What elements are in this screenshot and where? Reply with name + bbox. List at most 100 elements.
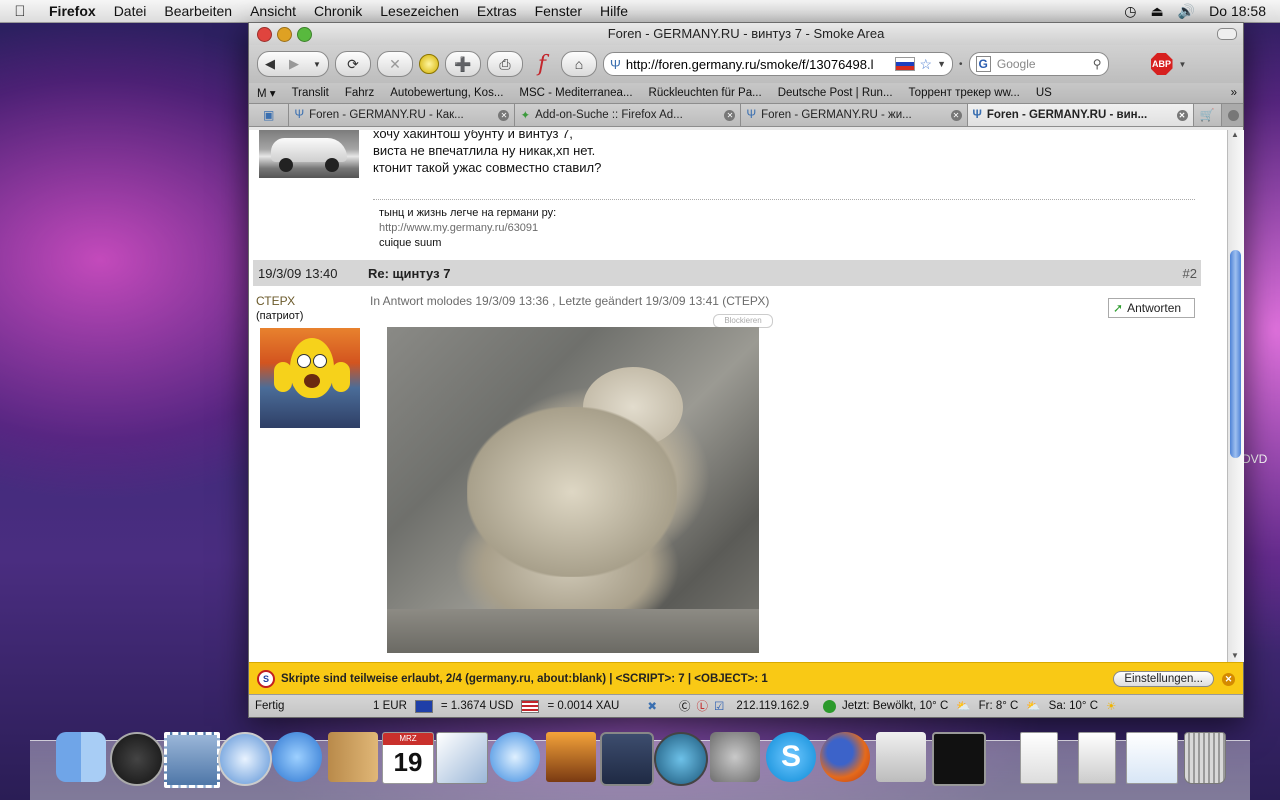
spaces-icon[interactable] xyxy=(600,732,654,786)
noscript-settings-button[interactable]: Einstellungen... xyxy=(1113,671,1214,687)
home-button[interactable]: ⌂ xyxy=(561,51,597,77)
bookmark-torrent[interactable]: Торрент трекер ww... xyxy=(901,87,1028,99)
url-text[interactable]: http://foren.germany.ru/smoke/f/13076498… xyxy=(626,57,890,72)
scrollbar-thumb[interactable] xyxy=(1230,250,1241,458)
currency-usd[interactable]: = 1.3674 USD xyxy=(441,700,514,712)
menu-app-firefox[interactable]: Firefox xyxy=(40,3,105,19)
bookmarks-overflow-icon[interactable]: » xyxy=(1231,87,1243,99)
menu-ansicht[interactable]: Ansicht xyxy=(241,3,305,19)
google-engine-icon[interactable]: G xyxy=(975,56,991,72)
system-preferences-icon[interactable] xyxy=(710,732,760,782)
bookmark-translit[interactable]: Translit xyxy=(284,87,337,99)
post2-title[interactable]: Re: щинтуз 7 xyxy=(368,266,450,281)
firefox-icon[interactable] xyxy=(820,732,870,782)
flash-addon-icon[interactable]: f xyxy=(529,52,555,77)
bookmark-m-folder[interactable]: M ▾ xyxy=(249,86,284,100)
scroll-down-icon[interactable]: ▼ xyxy=(1231,651,1239,660)
menu-extras[interactable]: Extras xyxy=(468,3,526,19)
history-dropdown-icon[interactable]: ▼ xyxy=(313,60,321,69)
addon-status-icon[interactable]: ✖ xyxy=(647,699,657,713)
tab-list-button[interactable]: ▣ xyxy=(249,104,290,126)
close-all-tabs-icon[interactable] xyxy=(1228,109,1239,121)
noscript-status-icon[interactable]: Ⓛ xyxy=(697,698,709,714)
bookmark-fahrz[interactable]: Fahrz xyxy=(337,87,382,99)
close-tab-icon[interactable]: ✕ xyxy=(724,109,736,121)
skype-icon[interactable]: S xyxy=(766,732,816,782)
tab-addon-search[interactable]: ✦ Add-on-Suche :: Firefox Ad... ✕ xyxy=(515,104,742,126)
lock-status-icon[interactable]: Ⓒ xyxy=(679,698,691,714)
search-icon[interactable]: ⚲ xyxy=(1093,57,1102,71)
ichat-icon[interactable] xyxy=(272,732,322,782)
bookmark-rueckleuchten[interactable]: Rückleuchten für Pa... xyxy=(641,87,770,99)
adblock-dropdown-icon[interactable]: ▼ xyxy=(1179,60,1187,69)
close-tab-icon[interactable]: ✕ xyxy=(1176,109,1188,121)
currency-xau[interactable]: = 0.0014 XAU xyxy=(547,700,619,712)
bookmark-autobewertung[interactable]: Autobewertung, Kos... xyxy=(382,87,511,99)
dashboard-icon[interactable] xyxy=(110,732,164,786)
menu-fenster[interactable]: Fenster xyxy=(526,3,591,19)
tab-cart-button[interactable]: 🛒 xyxy=(1193,104,1223,126)
close-tab-icon[interactable]: ✕ xyxy=(498,109,510,121)
close-tab-icon[interactable]: ✕ xyxy=(950,109,962,121)
bookmark-add-button[interactable]: ➕ xyxy=(445,51,481,77)
smiley-addon-icon[interactable] xyxy=(419,54,439,74)
close-window-button[interactable] xyxy=(257,27,272,42)
address-book-icon[interactable] xyxy=(328,732,378,782)
post2-number[interactable]: #2 xyxy=(1183,266,1201,281)
page-scrollbar[interactable]: ▲ ▼ xyxy=(1227,130,1244,662)
block-button[interactable]: Blockieren xyxy=(713,314,773,328)
reply-button[interactable]: ➚ Antworten xyxy=(1108,298,1195,318)
apple-menu-icon[interactable]:  xyxy=(0,3,40,20)
bookmark-msc[interactable]: MSC - Mediterranea... xyxy=(511,87,640,99)
toolbar-toggle-button[interactable] xyxy=(1217,28,1237,40)
menubar-clock[interactable]: Do 18:58 xyxy=(1209,3,1266,19)
stop-button[interactable]: ✕ xyxy=(377,51,413,77)
weather-now[interactable]: Jetzt: Bewölkt, 10° C xyxy=(842,700,948,712)
time-machine-icon[interactable] xyxy=(654,732,708,786)
finder-icon[interactable] xyxy=(56,732,106,782)
url-dropdown-icon[interactable]: ▼ xyxy=(937,59,946,69)
menu-bearbeiten[interactable]: Bearbeiten xyxy=(155,3,241,19)
eject-icon[interactable]: ⏏ xyxy=(1151,3,1164,20)
desktop-dvd-label[interactable]: DVD xyxy=(1242,452,1267,466)
minimize-window-button[interactable] xyxy=(277,27,292,42)
trash-icon[interactable] xyxy=(1184,732,1226,784)
print-button[interactable]: ⎙ xyxy=(487,51,523,77)
currency-eur[interactable]: 1 EUR xyxy=(373,700,407,712)
tab-foren-zhi[interactable]: Ψ Foren - GERMANY.RU - жи... ✕ xyxy=(741,104,968,126)
bookmark-star-icon[interactable]: ☆ xyxy=(920,56,933,73)
tab-foren-kak[interactable]: Ψ Foren - GERMANY.RU - Как... ✕ xyxy=(289,104,516,126)
volume-icon[interactable]: 🔊 xyxy=(1178,3,1195,20)
forward-icon[interactable]: ▶ xyxy=(289,56,299,72)
green-status-icon[interactable] xyxy=(823,699,837,713)
downloads-stack-icon[interactable] xyxy=(1126,732,1178,784)
bookmark-us[interactable]: US xyxy=(1028,87,1060,99)
menu-hilfe[interactable]: Hilfe xyxy=(591,3,637,19)
menu-chronik[interactable]: Chronik xyxy=(305,3,371,19)
safari-icon[interactable] xyxy=(218,732,272,786)
post2-author[interactable]: СТЕРХ xyxy=(256,294,295,308)
time-machine-icon[interactable]: ◷ xyxy=(1124,3,1136,20)
pdf-document-icon[interactable] xyxy=(1020,732,1058,784)
weather-sa[interactable]: Sa: 10° C xyxy=(1049,700,1098,712)
search-input[interactable]: Google xyxy=(997,57,1087,71)
tab-foren-vin-active[interactable]: Ψ Foren - GERMANY.RU - вин... ✕ xyxy=(967,104,1194,126)
window-titlebar[interactable]: Foren - GERMANY.RU - винтуз 7 - Smoke Ar… xyxy=(249,23,1243,45)
script-status-icon[interactable]: ☑ xyxy=(714,699,724,713)
disk-image-icon[interactable] xyxy=(1078,732,1116,784)
url-bar[interactable]: Ψ http://foren.germany.ru/smoke/f/130764… xyxy=(603,52,953,76)
weather-fr[interactable]: Fr: 8° C xyxy=(979,700,1019,712)
activity-monitor-icon[interactable] xyxy=(932,732,986,786)
menu-datei[interactable]: Datei xyxy=(105,3,156,19)
scissors-app-icon[interactable] xyxy=(876,732,926,782)
mail-stamp-icon[interactable] xyxy=(164,732,220,788)
signature-link[interactable]: http://www.my.germany.ru/63091 xyxy=(379,221,556,236)
preview-icon[interactable] xyxy=(436,732,488,784)
bookmark-deutsche-post[interactable]: Deutsche Post | Run... xyxy=(770,87,901,99)
zoom-window-button[interactable] xyxy=(297,27,312,42)
close-notification-icon[interactable]: ✕ xyxy=(1222,672,1235,686)
search-box[interactable]: G Google ⚲ xyxy=(968,52,1109,76)
iphoto-icon[interactable] xyxy=(546,732,596,782)
ical-icon[interactable]: MRZ 19 xyxy=(382,732,434,784)
itunes-icon[interactable] xyxy=(490,732,540,782)
